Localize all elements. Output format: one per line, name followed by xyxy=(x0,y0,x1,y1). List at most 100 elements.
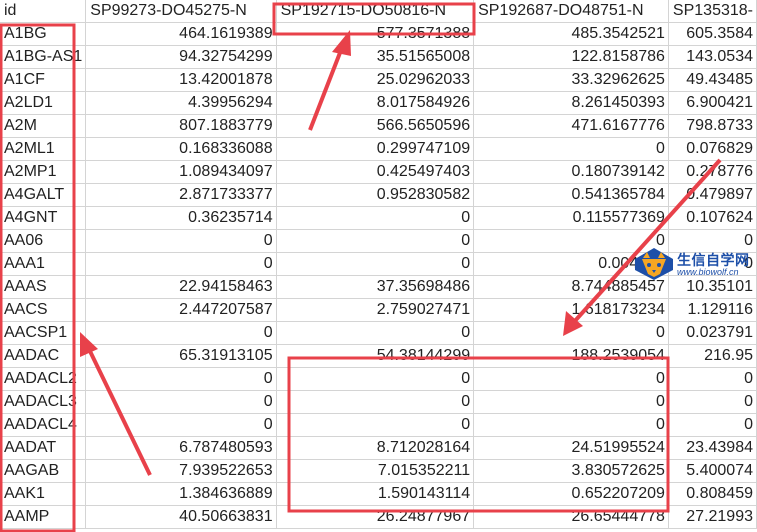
value-cell[interactable]: 49.43485 xyxy=(668,68,757,92)
value-cell[interactable]: 40.50663831 xyxy=(85,505,277,529)
value-cell[interactable]: 2.447207587 xyxy=(85,298,277,322)
value-cell[interactable]: 0 xyxy=(85,413,277,437)
value-cell[interactable]: 0.479897 xyxy=(668,183,757,207)
value-cell[interactable]: 0 xyxy=(473,390,669,414)
value-cell[interactable]: 0 xyxy=(668,413,757,437)
value-cell[interactable]: 2.871733377 xyxy=(85,183,277,207)
value-cell[interactable]: 0 xyxy=(668,390,757,414)
value-cell[interactable]: 65.31913105 xyxy=(85,344,277,368)
value-cell[interactable]: 0 xyxy=(473,413,669,437)
gene-id-cell[interactable]: AADACL2 xyxy=(0,367,87,391)
value-cell[interactable]: 1.590143114 xyxy=(276,482,475,506)
gene-id-cell[interactable]: A4GNT xyxy=(0,206,87,230)
value-cell[interactable]: 37.35698486 xyxy=(276,275,475,299)
value-cell[interactable]: 0.952830582 xyxy=(276,183,475,207)
gene-id-cell[interactable]: A1CF xyxy=(0,68,87,92)
value-cell[interactable]: 0.36235714 xyxy=(85,206,277,230)
gene-id-cell[interactable]: AACSP1 xyxy=(0,321,87,345)
value-cell[interactable]: 0 xyxy=(276,367,475,391)
value-cell[interactable]: 0.299747109 xyxy=(276,137,475,161)
column-header[interactable]: SP192715-DO50816-N xyxy=(276,0,475,23)
gene-id-cell[interactable]: A2LD1 xyxy=(0,91,87,115)
gene-id-cell[interactable]: A1BG-AS1 xyxy=(0,45,87,69)
value-cell[interactable]: 0.023791 xyxy=(668,321,757,345)
value-cell[interactable]: 1.129116 xyxy=(668,298,757,322)
value-cell[interactable]: 22.94158463 xyxy=(85,275,277,299)
value-cell[interactable]: 0.180739142 xyxy=(473,160,669,184)
value-cell[interactable]: 216.95 xyxy=(668,344,757,368)
value-cell[interactable]: 25.02962033 xyxy=(276,68,475,92)
value-cell[interactable]: 5.400074 xyxy=(668,459,757,483)
value-cell[interactable]: 8.017584926 xyxy=(276,91,475,115)
value-cell[interactable]: 1.384636889 xyxy=(85,482,277,506)
gene-id-cell[interactable]: AADAT xyxy=(0,436,87,460)
value-cell[interactable]: 24.51995524 xyxy=(473,436,669,460)
value-cell[interactable]: 0 xyxy=(473,137,669,161)
value-cell[interactable]: 0 xyxy=(276,206,475,230)
value-cell[interactable]: 0 xyxy=(276,229,475,253)
value-cell[interactable]: 0 xyxy=(473,321,669,345)
value-cell[interactable]: 0.808459 xyxy=(668,482,757,506)
value-cell[interactable]: 0.541365784 xyxy=(473,183,669,207)
gene-id-cell[interactable]: A4GALT xyxy=(0,183,87,207)
gene-id-cell[interactable]: A2M xyxy=(0,114,87,138)
column-header[interactable]: SP135318- xyxy=(668,0,757,23)
value-cell[interactable]: 7.015352211 xyxy=(276,459,475,483)
value-cell[interactable]: 0.115577369 xyxy=(473,206,669,230)
value-cell[interactable]: 0 xyxy=(276,252,475,276)
gene-id-cell[interactable]: AA06 xyxy=(0,229,87,253)
gene-id-cell[interactable]: A2ML1 xyxy=(0,137,87,161)
gene-id-cell[interactable]: AADACL3 xyxy=(0,390,87,414)
value-cell[interactable]: 35.51565008 xyxy=(276,45,475,69)
value-cell[interactable]: 1.089434097 xyxy=(85,160,277,184)
value-cell[interactable]: 1.618173234 xyxy=(473,298,669,322)
value-cell[interactable]: 0 xyxy=(668,367,757,391)
gene-id-cell[interactable]: AAMP xyxy=(0,505,87,529)
value-cell[interactable]: 23.43984 xyxy=(668,436,757,460)
value-cell[interactable]: 464.1619389 xyxy=(85,22,277,46)
gene-id-cell[interactable]: AACS xyxy=(0,298,87,322)
value-cell[interactable]: 471.6167776 xyxy=(473,114,669,138)
value-cell[interactable]: 94.32754299 xyxy=(85,45,277,69)
value-cell[interactable]: 0.652207209 xyxy=(473,482,669,506)
value-cell[interactable]: 6.787480593 xyxy=(85,436,277,460)
value-cell[interactable]: 0 xyxy=(276,413,475,437)
value-cell[interactable]: 485.3542521 xyxy=(473,22,669,46)
column-header[interactable]: id xyxy=(0,0,87,23)
value-cell[interactable]: 13.42001878 xyxy=(85,68,277,92)
gene-id-cell[interactable]: AADAC xyxy=(0,344,87,368)
value-cell[interactable]: 4.39956294 xyxy=(85,91,277,115)
value-cell[interactable]: 0 xyxy=(85,321,277,345)
value-cell[interactable]: 0.076829 xyxy=(668,137,757,161)
value-cell[interactable]: 26.65444778 xyxy=(473,505,669,529)
value-cell[interactable]: 0.278776 xyxy=(668,160,757,184)
gene-id-cell[interactable]: AAGAB xyxy=(0,459,87,483)
value-cell[interactable]: 2.759027471 xyxy=(276,298,475,322)
value-cell[interactable]: 0 xyxy=(85,367,277,391)
value-cell[interactable]: 0 xyxy=(85,390,277,414)
value-cell[interactable]: 8.261450393 xyxy=(473,91,669,115)
value-cell[interactable]: 0.425497403 xyxy=(276,160,475,184)
value-cell[interactable]: 7.939522653 xyxy=(85,459,277,483)
value-cell[interactable]: 566.5650596 xyxy=(276,114,475,138)
value-cell[interactable]: 8.712028164 xyxy=(276,436,475,460)
value-cell[interactable]: 6.900421 xyxy=(668,91,757,115)
value-cell[interactable]: 0 xyxy=(85,229,277,253)
column-header[interactable]: SP99273-DO45275-N xyxy=(85,0,277,23)
value-cell[interactable]: 54.38144299 xyxy=(276,344,475,368)
value-cell[interactable]: 122.8158786 xyxy=(473,45,669,69)
gene-id-cell[interactable]: AAAS xyxy=(0,275,87,299)
gene-id-cell[interactable]: A2MP1 xyxy=(0,160,87,184)
value-cell[interactable]: 0.107624 xyxy=(668,206,757,230)
value-cell[interactable]: 3.830572625 xyxy=(473,459,669,483)
value-cell[interactable]: 0 xyxy=(473,367,669,391)
value-cell[interactable]: 33.32962625 xyxy=(473,68,669,92)
value-cell[interactable]: 0 xyxy=(85,252,277,276)
gene-id-cell[interactable]: AAK1 xyxy=(0,482,87,506)
column-header[interactable]: SP192687-DO48751-N xyxy=(473,0,669,23)
value-cell[interactable]: 27.21993 xyxy=(668,505,757,529)
value-cell[interactable]: 0 xyxy=(276,390,475,414)
gene-id-cell[interactable]: AADACL4 xyxy=(0,413,87,437)
value-cell[interactable]: 605.3584 xyxy=(668,22,757,46)
value-cell[interactable]: 0.168336088 xyxy=(85,137,277,161)
